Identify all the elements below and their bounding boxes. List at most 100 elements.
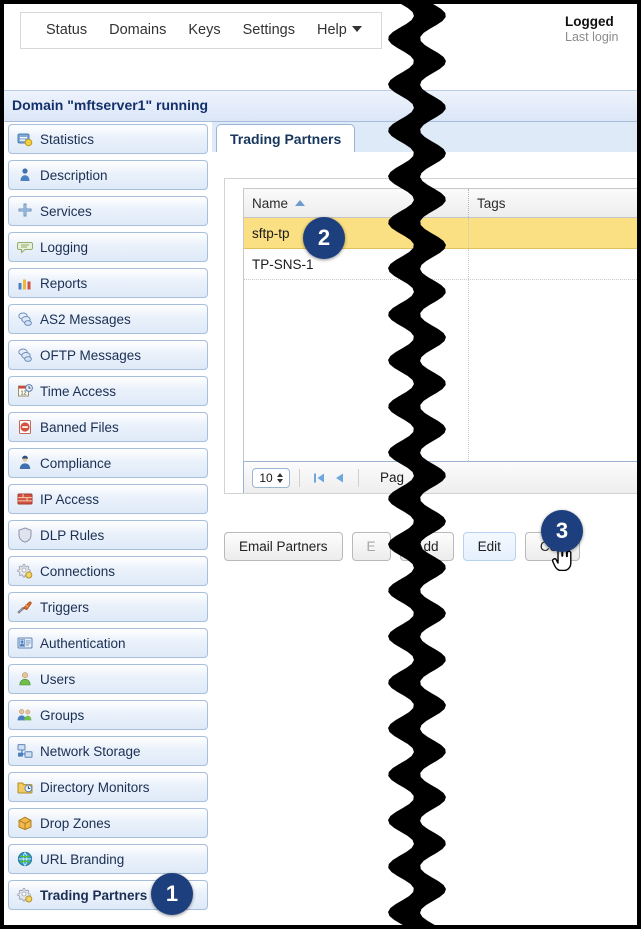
last-login-label: Last login — [565, 30, 619, 44]
cell-name: sftp-tp — [244, 218, 469, 248]
grid-empty-space — [244, 280, 637, 465]
sidebar-item-label: Users — [40, 671, 76, 687]
menu-item-status[interactable]: Status — [35, 13, 98, 48]
sidebar-item-groups[interactable]: Groups — [8, 700, 208, 730]
callout-badge-3: 3 — [541, 510, 583, 552]
sidebar-item-logging[interactable]: Logging — [8, 232, 208, 262]
reports-icon — [17, 275, 33, 291]
tab-trading-partners[interactable]: Trading Partners — [216, 124, 356, 153]
users-icon — [17, 671, 33, 687]
sidebar-item-label: Description — [40, 167, 108, 183]
grid-header-row: Name Tags — [244, 189, 637, 218]
page-size-value: 10 — [259, 470, 273, 485]
sidebar-item-as2-messages[interactable]: AS2 Messages — [8, 304, 208, 334]
sidebar-item-label: Authentication — [40, 635, 126, 651]
sidebar-item-label: Drop Zones — [40, 815, 111, 831]
as2-messages-icon — [17, 311, 33, 327]
sidebar-item-label: Statistics — [40, 131, 95, 147]
sidebar-navigation: Statistics Description Services Logging Repo… — [8, 124, 208, 925]
statistics-icon — [17, 131, 33, 147]
sidebar-item-compliance[interactable]: Compliance — [8, 448, 208, 478]
sidebar-item-label: Triggers — [40, 599, 90, 615]
domain-status-text: Domain "mftserver1" running — [12, 97, 209, 113]
time-access-icon: 12 — [17, 383, 33, 399]
drop-zones-icon — [17, 815, 33, 831]
sidebar-item-label: Time Access — [40, 383, 117, 399]
sidebar-item-ip-access[interactable]: IP Access — [8, 484, 208, 514]
sidebar-item-time-access[interactable]: 12 Time Access — [8, 376, 208, 406]
network-storage-icon — [17, 743, 33, 759]
tab-trading-partners-label: Trading Partners — [230, 130, 342, 147]
menu-item-help-label: Help — [316, 22, 347, 38]
sidebar-item-oftp-messages[interactable]: OFTP Messages — [8, 340, 208, 370]
prev-page-icon[interactable] — [329, 468, 349, 488]
sidebar-item-dlp-rules[interactable]: DLP Rules — [8, 520, 208, 550]
column-header-tags-label: Tags — [477, 195, 506, 211]
domain-status-banner: Domain "mftserver1" running — [4, 90, 637, 122]
first-page-icon[interactable] — [309, 468, 329, 488]
callout-badge-2: 2 — [303, 217, 345, 259]
sidebar-item-directory-monitors[interactable]: Directory Monitors — [8, 772, 208, 802]
table-row[interactable]: TP-SNS-1 — [244, 249, 637, 280]
page-size-stepper[interactable] — [276, 472, 283, 483]
sidebar-item-label: DLP Rules — [40, 527, 105, 543]
sidebar-item-label: OFTP Messages — [40, 347, 142, 363]
sidebar-item-network-storage[interactable]: Network Storage — [8, 736, 208, 766]
email-partners-button[interactable]: Email Partners — [224, 532, 343, 561]
sidebar-item-drop-zones[interactable]: Drop Zones — [8, 808, 208, 838]
triggers-icon — [17, 599, 33, 615]
sidebar-item-label: AS2 Messages — [40, 311, 131, 327]
sidebar-item-authentication[interactable]: Authentication — [8, 628, 208, 658]
sidebar-item-description[interactable]: Description — [8, 160, 208, 190]
sidebar-item-services[interactable]: Services — [8, 196, 208, 226]
oftp-messages-icon — [17, 347, 33, 363]
banned-files-icon — [17, 419, 33, 435]
session-info: Logged Last login — [565, 14, 637, 44]
trading-partners-grid-container: Name Tags sftp-tp TP-SNS-1 10 Pag — [224, 178, 637, 494]
sidebar-item-label: Compliance — [40, 455, 112, 471]
chevron-down-icon — [351, 26, 362, 32]
column-header-name[interactable]: Name — [244, 189, 469, 217]
svg-text:12: 12 — [20, 391, 26, 397]
ip-access-icon — [17, 491, 33, 507]
grid-pagination-toolbar: 10 Pag — [243, 461, 637, 493]
sidebar-item-users[interactable]: Users — [8, 664, 208, 694]
trading-partners-icon — [17, 887, 33, 903]
grid-empty-name-column — [244, 280, 469, 465]
sidebar-item-reports[interactable]: Reports — [8, 268, 208, 298]
services-icon — [17, 203, 33, 219]
sidebar-item-banned-files[interactable]: Banned Files — [8, 412, 208, 442]
sidebar-item-url-branding[interactable]: URL Branding — [8, 844, 208, 874]
menu-item-keys[interactable]: Keys — [177, 13, 231, 48]
top-bar: Status Domains Keys Settings Help Logged… — [4, 4, 637, 90]
menu-item-settings[interactable]: Settings — [232, 13, 306, 48]
page-size-select[interactable]: 10 — [252, 467, 290, 488]
menu-item-domains[interactable]: Domains — [98, 13, 177, 48]
callout-badge-1: 1 — [151, 873, 193, 915]
compliance-icon — [17, 455, 33, 471]
sidebar-item-label: Services — [40, 203, 92, 219]
sort-ascending-icon — [295, 200, 306, 206]
stepper-up-icon — [276, 472, 283, 477]
connections-icon — [17, 563, 33, 579]
sidebar-item-label: Groups — [40, 707, 85, 723]
sidebar-item-label: Network Storage — [40, 743, 141, 759]
cell-tags — [469, 249, 637, 279]
pager-divider — [358, 468, 359, 487]
add-button[interactable]: Add — [399, 532, 454, 561]
sidebar-item-label: Banned Files — [40, 419, 119, 435]
sidebar-item-statistics[interactable]: Statistics — [8, 124, 208, 154]
export-button[interactable]: E — [351, 532, 391, 561]
sidebar-item-label: URL Branding — [40, 851, 125, 867]
groups-icon — [17, 707, 33, 723]
menu-item-help[interactable]: Help — [306, 13, 373, 48]
application-window: Status Domains Keys Settings Help Logged… — [0, 0, 641, 929]
sidebar-item-triggers[interactable]: Triggers — [8, 592, 208, 622]
sidebar-item-label: Connections — [40, 563, 116, 579]
sidebar-item-label: IP Access — [40, 491, 100, 507]
sidebar-item-connections[interactable]: Connections — [8, 556, 208, 586]
sidebar-item-label: Logging — [40, 239, 89, 255]
edit-button[interactable]: Edit — [462, 532, 516, 561]
column-header-tags[interactable]: Tags — [469, 189, 637, 217]
authentication-icon — [17, 635, 33, 651]
